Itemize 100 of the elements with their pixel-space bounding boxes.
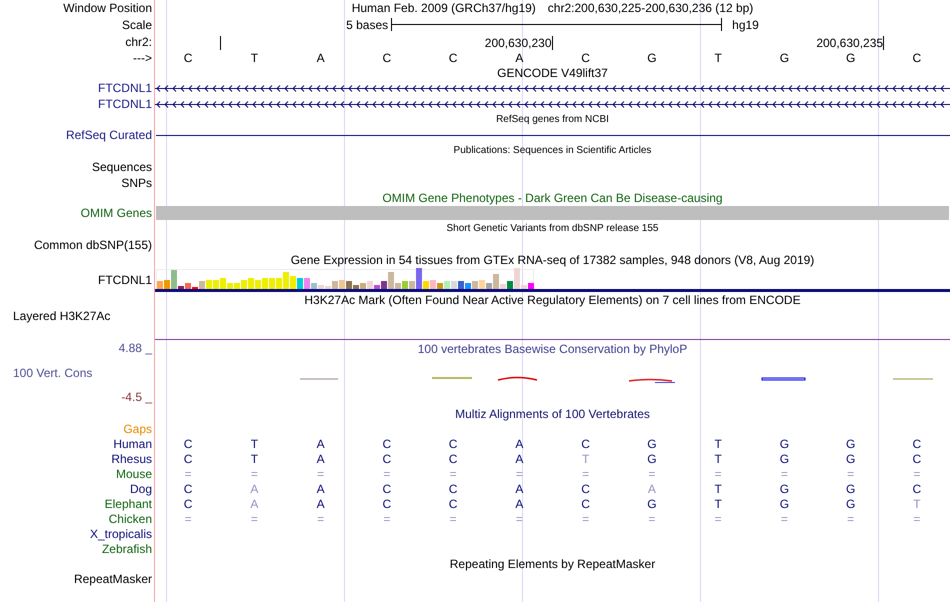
alignment-base: =	[450, 466, 457, 480]
alignment-base: =	[250, 466, 258, 480]
alignment-base: C	[912, 452, 922, 466]
alignment-base: C	[581, 496, 590, 510]
alignment-base: G	[846, 452, 856, 466]
alignment-base: A	[316, 436, 325, 450]
alignment-base: T	[714, 482, 722, 496]
track-label: SNPs	[121, 176, 152, 190]
alignment-base: =	[317, 466, 324, 480]
alignment-base: G	[780, 496, 790, 510]
base-letter: C	[912, 50, 922, 64]
track-label: FTCDNL1	[98, 81, 152, 95]
track-label: RefSeq Curated	[66, 128, 152, 142]
track-title: Gene Expression in 54 tissues from GTEx RNA-seq of 17382 samples, 948 donors (V8, Aug 2019)	[290, 253, 814, 267]
track-title: GENCODE V49lift37	[497, 66, 608, 80]
ruler-tick	[220, 36, 221, 50]
alignment-base: C	[581, 482, 590, 496]
alignment-base: A	[250, 496, 258, 510]
alignment-base: =	[516, 512, 523, 526]
alignment-base: G	[647, 496, 657, 510]
alignment-base: =	[648, 512, 656, 526]
alignment-base: =	[450, 512, 457, 526]
alignment-base: =	[714, 512, 722, 526]
base-letter: G	[647, 50, 657, 64]
alignment-base: C	[184, 436, 192, 450]
alignment-base: C	[382, 452, 392, 466]
alignment-base: T	[714, 436, 722, 450]
alignment-base: T	[250, 452, 258, 466]
base-letter: A	[515, 50, 524, 64]
coordinate-label: 200,630,235	[816, 36, 884, 50]
alignment-base: C	[184, 452, 192, 466]
track-title: 100 vertebrates Basewise Conservation by PhyloP	[418, 342, 688, 356]
species-label: Rhesus	[111, 452, 152, 466]
assembly-name: hg19	[732, 18, 759, 32]
alignment-base: T	[714, 452, 722, 466]
alignment-base: G	[780, 482, 790, 496]
track-label: RepeatMasker	[74, 572, 152, 586]
species-label: Elephant	[104, 496, 152, 510]
alignment-base: C	[448, 496, 458, 510]
alignment-base: =	[913, 512, 920, 526]
track-title: H3K27Ac Mark (Often Found Near Active Regulatory Elements) on 7 cell lines from ENCODE	[304, 293, 801, 307]
alignment-base: C	[382, 482, 392, 496]
alignment-base: G	[780, 436, 790, 450]
alignment-base: G	[780, 452, 790, 466]
assembly-title: Human Feb. 2009 (GRCh37/hg19)	[352, 1, 536, 15]
alignment-base: T	[714, 496, 722, 510]
base-letter: C	[581, 50, 590, 64]
alignment-base: =	[184, 512, 192, 526]
species-label: X_tropicalis	[90, 526, 152, 540]
alignment-base: A	[515, 436, 524, 450]
alignment-base: =	[317, 512, 324, 526]
alignment-base: T	[913, 496, 921, 510]
alignment-base: C	[448, 452, 458, 466]
alignment-base: A	[515, 452, 524, 466]
track-label: Layered H3K27Ac	[13, 309, 110, 323]
track-label: --->	[133, 50, 152, 64]
alignment-base: T	[582, 452, 590, 466]
track-label: OMIM Genes	[80, 206, 152, 220]
track-label: Scale	[122, 18, 152, 32]
track-title: RefSeq genes from NCBI	[496, 112, 609, 126]
alignment-base: =	[516, 466, 523, 480]
track-title: Publications: Sequences in Scientific Articles	[454, 144, 652, 158]
alignment-base: C	[912, 482, 922, 496]
alignment-base: A	[316, 496, 325, 510]
alignment-base: C	[448, 436, 458, 450]
alignment-base: C	[382, 436, 392, 450]
track-title: Short Genetic Variants from dbSNP release 155	[446, 222, 658, 236]
alignment-base: C	[912, 436, 922, 450]
alignment-base: =	[780, 512, 788, 526]
alignment-base: =	[780, 466, 788, 480]
base-letter: T	[250, 50, 258, 64]
alignment-base: G	[846, 482, 856, 496]
alignment-base: =	[648, 466, 656, 480]
track-label: Common dbSNP(155)	[34, 238, 152, 252]
alignment-base: =	[847, 466, 854, 480]
alignment-base: A	[648, 482, 656, 496]
alignment-base: =	[383, 466, 390, 480]
base-letter: A	[316, 50, 325, 64]
gene-feature[interactable]	[155, 100, 950, 108]
track-title: Multiz Alignments of 100 Vertebrates	[455, 406, 650, 420]
track-label: Sequences	[92, 160, 152, 174]
alignment-base: G	[647, 452, 657, 466]
species-label: Zebrafish	[102, 542, 152, 556]
ruler-tick	[883, 36, 884, 50]
alignment-base: T	[250, 436, 258, 450]
species-label: Chicken	[108, 512, 152, 526]
track-label: Window Position	[63, 1, 152, 15]
alignment-base: =	[913, 466, 920, 480]
species-label: Dog	[130, 482, 152, 496]
alignment-base: C	[448, 482, 458, 496]
track-title: Repeating Elements by RepeatMasker	[450, 556, 656, 570]
track-label: Gaps	[123, 422, 152, 436]
alignment-base: =	[383, 512, 390, 526]
alignment-base: =	[582, 512, 590, 526]
alignment-base: C	[382, 496, 392, 510]
base-letter: C	[184, 50, 192, 64]
gene-feature[interactable]	[155, 84, 950, 92]
alignment-base: A	[316, 452, 325, 466]
alignment-base: =	[847, 512, 854, 526]
alignment-base: A	[250, 482, 258, 496]
